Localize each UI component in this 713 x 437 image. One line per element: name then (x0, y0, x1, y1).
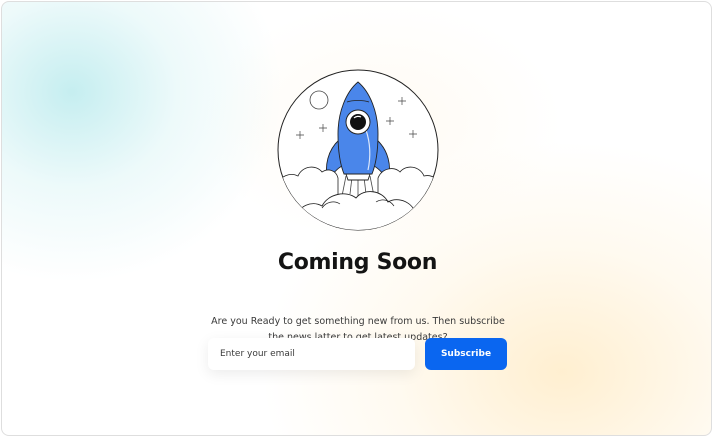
rocket-launch-illustration (277, 69, 439, 231)
page-title: Coming Soon (277, 250, 438, 275)
email-field[interactable] (208, 338, 415, 370)
moon-icon (309, 90, 329, 110)
coming-soon-card: Coming Soon Are you Ready to get somethi… (1, 1, 712, 436)
subscribe-button[interactable]: Subscribe (425, 338, 507, 370)
